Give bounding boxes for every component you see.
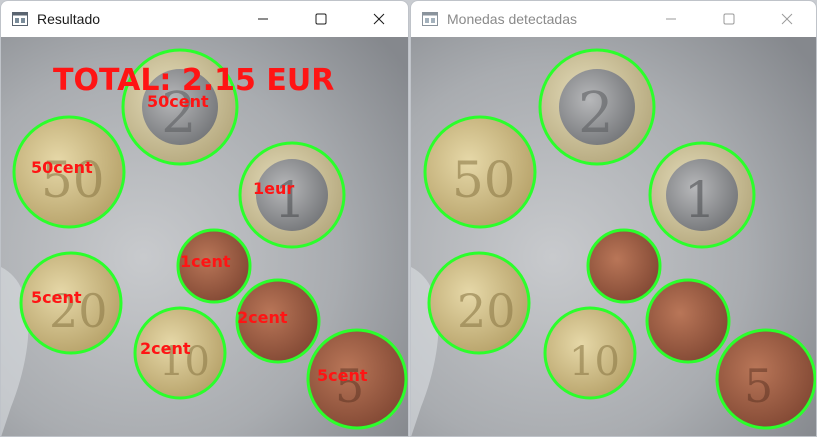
- coin-5-cent: 5: [715, 328, 816, 430]
- maximize-icon: [723, 13, 735, 25]
- app-window-icon: [421, 11, 439, 27]
- svg-text:1: 1: [684, 171, 716, 229]
- app-window-icon: [11, 11, 29, 27]
- window-monedas-detectadas[interactable]: Monedas detectadas 2 50 1 20 10 5: [410, 0, 817, 437]
- svg-text:2: 2: [578, 81, 614, 146]
- title-bar[interactable]: Monedas detectadas: [411, 1, 816, 37]
- coin-label: 5cent: [31, 288, 82, 307]
- minimize-button[interactable]: [234, 1, 292, 37]
- coin-label: 2cent: [237, 308, 288, 327]
- minimize-icon: [666, 18, 676, 20]
- coin-label: 1eur: [253, 179, 294, 198]
- window-title: Resultado: [37, 11, 101, 27]
- coin-10-cent: 10: [543, 306, 637, 400]
- close-icon: [781, 13, 793, 25]
- coin-1-euro: 1: [648, 141, 756, 249]
- coin-label: 5cent: [317, 366, 368, 385]
- minimize-button[interactable]: [642, 1, 700, 37]
- maximize-button[interactable]: [700, 1, 758, 37]
- coin-50-cent: 50: [423, 115, 537, 229]
- svg-text:20: 20: [457, 284, 516, 338]
- close-button[interactable]: [758, 1, 816, 37]
- svg-text:10: 10: [569, 339, 620, 385]
- coin-label: 2cent: [140, 339, 191, 358]
- coin-2-euro: 2: [538, 48, 656, 166]
- result-image: 2 50 1 20 10 5 TOTAL: 2.15 EUR 50cent 50…: [1, 37, 408, 436]
- title-bar[interactable]: Resultado: [1, 1, 408, 37]
- coin-20-cent: 20: [427, 251, 531, 355]
- minimize-icon: [258, 18, 268, 20]
- svg-text:50: 50: [452, 151, 516, 209]
- coin-1-cent: [586, 228, 662, 304]
- coin-label: 50cent: [31, 158, 93, 177]
- window-title: Monedas detectadas: [447, 11, 577, 27]
- coin-2-cent-right: [645, 278, 731, 364]
- coin-label: 50cent: [147, 92, 209, 111]
- maximize-icon: [315, 13, 327, 25]
- svg-text:5: 5: [744, 359, 773, 413]
- close-icon: [373, 13, 385, 25]
- maximize-button[interactable]: [292, 1, 350, 37]
- coin-label: 1cent: [180, 252, 231, 271]
- close-button[interactable]: [350, 1, 408, 37]
- window-resultado[interactable]: Resultado 2 50 1 20 10 5 TOTAL: 2.15 EUR…: [0, 0, 409, 437]
- detected-coins-image: 2 50 1 20 10 5: [411, 37, 816, 436]
